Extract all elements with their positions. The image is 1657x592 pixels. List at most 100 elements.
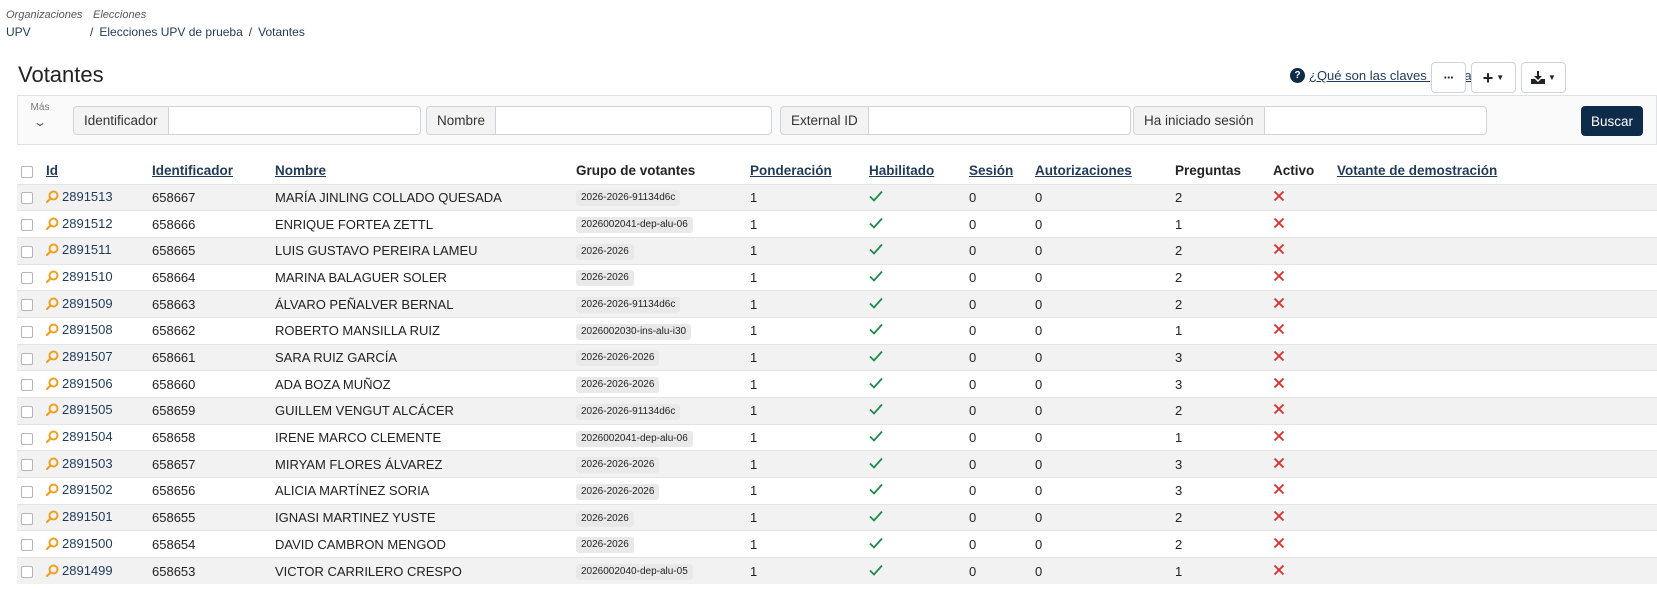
authorizations-cell: 0 [1035,450,1175,478]
group-badge: 2026002041-dep-alu-06 [576,430,693,447]
search-icon [46,377,59,390]
demo-cell [1337,397,1657,425]
filter-identificador-label: Identificador [73,106,168,135]
breadcrumb-separator: / [248,25,253,39]
row-checkbox[interactable] [21,219,33,232]
sort-id-link[interactable]: Id [46,163,58,178]
authorizations-cell: 0 [1035,290,1175,318]
voter-id-link[interactable]: 2891504 [46,429,113,444]
row-checkbox[interactable] [21,272,33,285]
more-filters-label: Más [30,102,50,113]
filter-external-id-label: External ID [780,106,868,135]
row-checkbox[interactable] [21,432,33,445]
demo-cell [1337,316,1657,345]
filter-nombre: Nombre [426,106,773,135]
voter-id-link[interactable]: 2891505 [46,402,113,417]
identifier-cell: 658666 [152,210,275,238]
sort-identificador-link[interactable]: Identificador [152,163,233,178]
row-select-cell [17,503,46,531]
row-checkbox[interactable] [21,245,33,258]
breadcrumb-elections-link[interactable]: Elecciones UPV de prueba [99,25,242,39]
authorizations-cell: 0 [1035,477,1175,505]
voter-id-link[interactable]: 2891506 [46,376,113,391]
enabled-cell [869,397,969,425]
id-cell: 2891512 [46,210,152,238]
voter-id-link[interactable]: 2891513 [46,189,113,204]
row-checkbox[interactable] [21,352,33,365]
search-button[interactable]: Buscar [1581,106,1643,136]
check-icon [869,430,883,442]
select-all-checkbox[interactable] [21,165,33,178]
question-circle-icon: ? [1290,68,1305,83]
voter-id-link[interactable]: 2891502 [46,482,113,497]
row-checkbox[interactable] [21,485,33,498]
voter-id-link[interactable]: 2891510 [46,269,113,284]
download-button[interactable]: ▼ [1521,62,1566,93]
voter-id-link[interactable]: 2891508 [46,322,113,337]
filter-external-id-input[interactable] [867,106,1131,135]
voters-table: Id Identificador Nombre Grupo de votante… [17,158,1657,585]
filter-nombre-input[interactable] [495,106,773,135]
weight-cell: 1 [750,423,869,451]
check-icon [869,323,883,336]
row-checkbox[interactable] [21,512,33,525]
weight-cell: 1 [750,397,869,425]
sort-sesion-link[interactable]: Sesión [969,163,1013,178]
voter-id-link[interactable]: 2891499 [46,563,113,578]
voter-id-link[interactable]: 2891500 [46,536,113,551]
voter-id-link[interactable]: 2891509 [46,296,113,311]
enabled-cell [869,530,969,558]
questions-cell: 2 [1175,290,1273,318]
voter-id-link[interactable]: 2891507 [46,349,113,364]
group-cell: 2026-2026-2026 [576,370,750,398]
group-badge: 2026-2026 [576,243,634,260]
authorizations-cell: 0 [1035,210,1175,238]
row-checkbox[interactable] [21,539,33,552]
row-checkbox[interactable] [21,325,33,338]
more-filters-toggle[interactable]: Más ⌄ [28,102,52,129]
group-cell: 2026002040-dep-alu-05 [576,557,750,585]
filter-identificador-input[interactable] [167,106,421,135]
voter-id: 2891499 [62,562,113,578]
row-checkbox[interactable] [21,405,33,418]
sort-autorizaciones-link[interactable]: Autorizaciones [1035,163,1132,178]
sort-demo-link[interactable]: Votante de demostración [1337,163,1497,178]
active-cell [1273,477,1337,505]
more-options-button[interactable]: ··· [1431,62,1466,93]
voter-id-link[interactable]: 2891512 [46,216,113,231]
session-cell: 0 [969,370,1035,398]
add-button[interactable]: + ▼ [1471,62,1516,93]
weight-cell: 1 [750,530,869,558]
breadcrumb-current[interactable]: Votantes [258,25,305,39]
sort-ponderacion-link[interactable]: Ponderación [750,163,832,178]
identifier-cell: 658661 [152,343,275,371]
enabled-cell [869,557,969,585]
voter-id: 2891511 [62,242,112,258]
row-checkbox[interactable] [21,566,33,579]
group-badge: 2026-2026 [576,537,634,554]
caret-down-icon: ▼ [1548,73,1556,82]
row-checkbox[interactable] [21,459,33,472]
session-cell: 0 [969,316,1035,345]
authorizations-cell: 0 [1035,503,1175,531]
table-row: 2891511 658665 LUIS GUSTAVO PEREIRA LAMEU 2… [17,236,1657,265]
group-cell: 2026002041-dep-alu-06 [576,423,750,451]
row-checkbox[interactable] [21,299,33,312]
filter-logged-in: Ha iniciado sesión [1133,106,1487,135]
filter-logged-in-input[interactable] [1263,106,1487,135]
session-cell: 0 [969,210,1035,238]
voter-id-link[interactable]: 2891503 [46,456,113,471]
enabled-cell [869,343,969,371]
row-checkbox[interactable] [21,379,33,392]
sort-nombre-link[interactable]: Nombre [275,163,326,178]
search-icon [46,430,59,444]
demo-cell [1337,557,1657,585]
breadcrumb-organization-link[interactable]: UPV [6,25,31,39]
row-checkbox[interactable] [21,192,33,205]
table-row: 2891499 658653 VICTOR CARRILERO CRESPO 2026… [17,557,1657,585]
voter-id-link[interactable]: 2891511 [46,242,112,257]
name-cell: IGNASI MARTINEZ YUSTE [275,503,576,531]
sort-habilitado-link[interactable]: Habilitado [869,163,934,178]
voter-id-link[interactable]: 2891501 [46,509,113,524]
group-cell: 2026-2026-2026 [576,477,750,505]
